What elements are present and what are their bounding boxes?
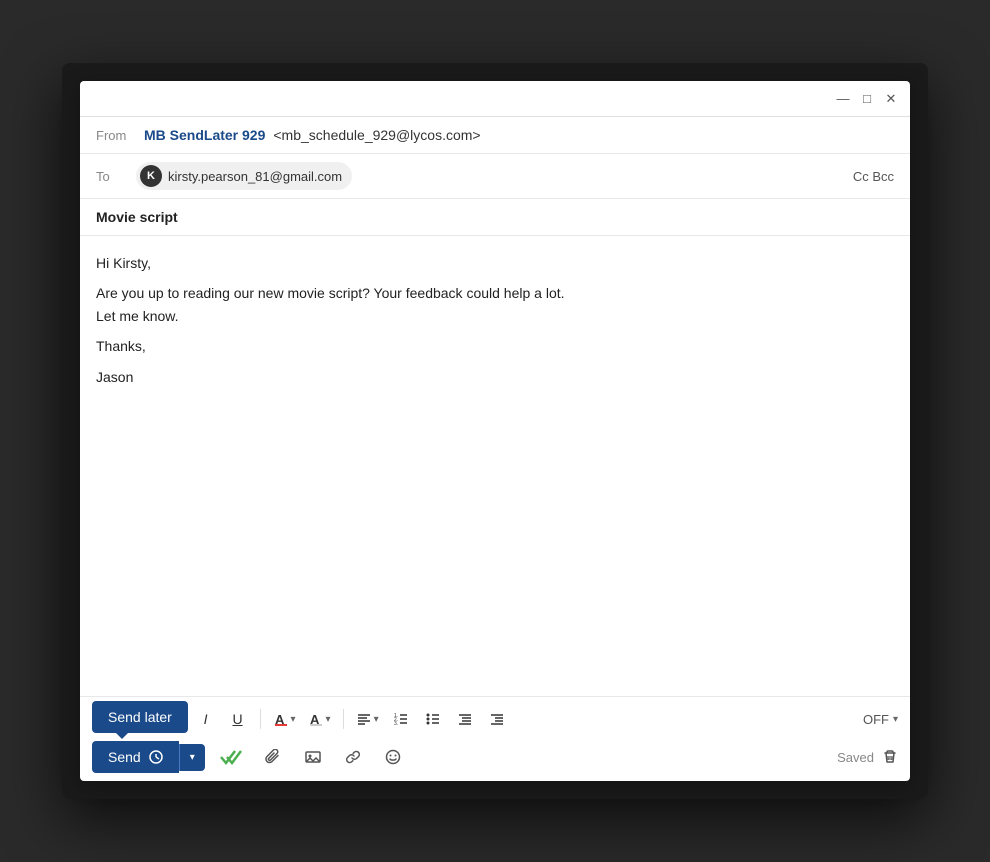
divider-1: [260, 709, 261, 729]
minimize-button[interactable]: —: [836, 92, 850, 106]
double-checkmark-button[interactable]: [213, 743, 249, 771]
increase-indent-icon: [489, 711, 505, 727]
from-label: From: [96, 128, 136, 143]
font-color-button[interactable]: A ▾: [269, 707, 300, 731]
emoji-button[interactable]: [377, 741, 409, 773]
align-arrow: ▾: [374, 714, 379, 725]
send-dropdown-button[interactable]: ▾: [179, 744, 205, 771]
link-icon: [345, 749, 361, 765]
underline-button[interactable]: U: [224, 705, 252, 733]
close-button[interactable]: ✕: [884, 92, 898, 106]
highlight-color-arrow: ▾: [326, 714, 331, 725]
send-button[interactable]: Send: [92, 741, 179, 773]
highlight-color-icon: A: [308, 711, 324, 727]
font-size-arrow: ▾: [142, 714, 147, 725]
align-icon: [356, 711, 372, 727]
double-check-icon: [219, 747, 243, 767]
to-row: To K kirsty.pearson_81@gmail.com Cc Bcc: [80, 154, 910, 199]
cc-bcc-button[interactable]: Cc Bcc: [853, 169, 894, 184]
trash-icon: [882, 749, 898, 765]
recipient-chip[interactable]: K kirsty.pearson_81@gmail.com: [136, 162, 352, 190]
emoji-icon: [385, 749, 401, 765]
attach-button[interactable]: [257, 741, 289, 773]
compose-window: — □ ✕ From MB SendLater 929 <mb_schedule…: [80, 81, 910, 781]
decrease-indent-button[interactable]: [451, 705, 479, 733]
saved-area: Saved: [837, 749, 898, 765]
attachment-icon: [265, 749, 281, 765]
align-button[interactable]: ▾: [352, 707, 383, 731]
italic-button[interactable]: I: [192, 705, 220, 733]
delete-button[interactable]: [882, 749, 898, 765]
font-color-arrow: ▾: [291, 714, 296, 725]
maximize-button[interactable]: □: [860, 92, 874, 106]
from-email: <mb_schedule_929@lycos.com>: [273, 127, 480, 143]
email-body[interactable]: Hi Kirsty, Are you up to reading our new…: [80, 236, 910, 696]
off-toggle[interactable]: OFF ▾: [863, 712, 898, 727]
send-button-group: Send ▾: [92, 741, 205, 773]
subject-text: Movie script: [96, 209, 178, 225]
image-button[interactable]: [297, 741, 329, 773]
off-arrow: ▾: [893, 714, 898, 725]
font-size-selector[interactable]: 10 ▾: [126, 712, 148, 727]
body-signature: Jason: [96, 366, 894, 388]
window-controls: — □ ✕: [836, 92, 898, 106]
off-label: OFF: [863, 712, 889, 727]
recipient-avatar: K: [140, 165, 162, 187]
svg-text:3.: 3.: [394, 721, 398, 727]
decrease-indent-icon: [457, 711, 473, 727]
toolbar-area: Arial 10 ▾ B I U A ▾: [80, 696, 910, 781]
to-label: To: [96, 169, 136, 184]
formatting-toolbar: Arial 10 ▾ B I U A ▾: [92, 705, 898, 741]
saved-label: Saved: [837, 750, 874, 765]
unordered-list-icon: [425, 711, 441, 727]
subject-row: Movie script: [80, 199, 910, 236]
body-thanks: Thanks,: [96, 335, 894, 357]
divider-2: [343, 709, 344, 729]
increase-indent-button[interactable]: [483, 705, 511, 733]
highlight-color-button[interactable]: A ▾: [304, 707, 335, 731]
from-row: From MB SendLater 929 <mb_schedule_929@l…: [80, 117, 910, 154]
from-name: MB SendLater 929: [144, 127, 265, 143]
image-icon: [305, 749, 321, 765]
clock-icon: [149, 750, 163, 764]
bold-button[interactable]: B: [160, 705, 188, 733]
body-greeting: Hi Kirsty,: [96, 252, 894, 274]
body-content: Are you up to reading our new movie scri…: [96, 282, 894, 327]
unordered-list-button[interactable]: [419, 705, 447, 733]
ordered-list-button[interactable]: 1. 2. 3.: [387, 705, 415, 733]
title-bar: — □ ✕: [80, 81, 910, 117]
recipient-email: kirsty.pearson_81@gmail.com: [168, 169, 342, 184]
ordered-list-icon: 1. 2. 3.: [393, 711, 409, 727]
font-color-icon: A: [273, 711, 289, 727]
font-selector[interactable]: Arial: [92, 712, 118, 727]
action-toolbar: Send later Send ▾: [92, 741, 898, 773]
link-button[interactable]: [337, 741, 369, 773]
